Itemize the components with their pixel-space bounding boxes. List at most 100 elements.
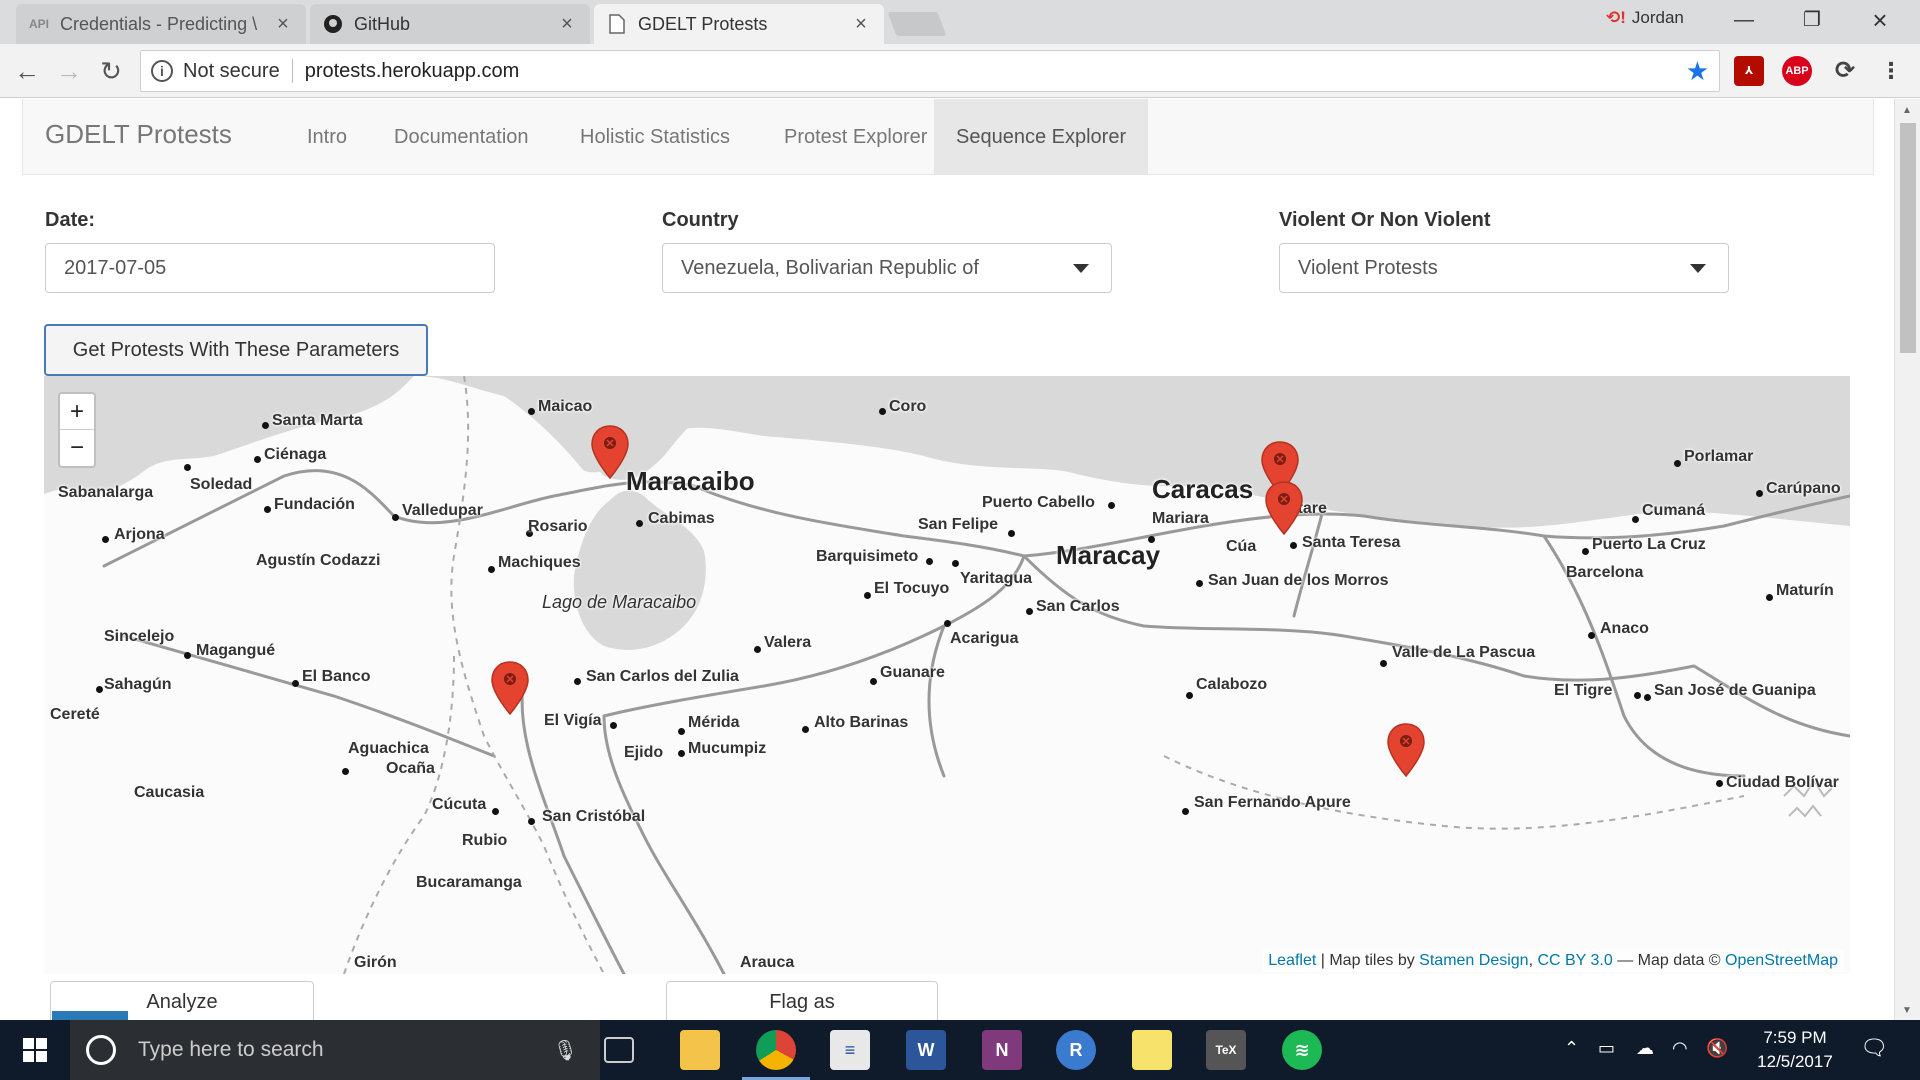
address-bar[interactable]: i Not secure protests.herokuapp.com ★ (140, 50, 1720, 92)
volume-muted-icon[interactable]: 🔇 (1706, 1038, 1728, 1059)
zoom-out-button[interactable]: − (60, 430, 94, 466)
protest-marker[interactable] (1386, 722, 1426, 778)
violence-value: Violent Protests (1298, 257, 1438, 279)
minimize-icon[interactable]: — (1710, 0, 1778, 40)
zoom-control: + − (58, 392, 96, 468)
city-dot (879, 408, 886, 415)
city-dot (952, 560, 959, 567)
chevron-up-icon[interactable]: ⌃ (1564, 1038, 1579, 1059)
restore-icon[interactable]: ❐ (1778, 0, 1846, 40)
close-window-icon[interactable]: × (1846, 0, 1914, 40)
city-label: Ocaña (386, 760, 435, 777)
protest-marker[interactable] (490, 660, 530, 716)
city-dot (678, 728, 685, 735)
protest-map[interactable]: + − Maracaibo Caracas Maracay Santa Mart… (44, 376, 1850, 974)
url-text[interactable]: protests.herokuapp.com (305, 60, 1686, 83)
city-label: Carúpano (1766, 480, 1841, 497)
city-dot (574, 678, 581, 685)
info-icon[interactable]: i (151, 60, 173, 82)
get-protests-button[interactable]: Get Protests With These Parameters (44, 324, 428, 376)
nav-protest-explorer[interactable]: Protest Explorer (762, 99, 949, 175)
windows-taskbar: Type here to search 🎙 ≡ W N R TeX ≋ ⌃ ▭ … (0, 1020, 1920, 1080)
city-dot (488, 566, 495, 573)
stamen-link[interactable]: Stamen Design (1419, 952, 1528, 969)
windows-start-icon[interactable] (0, 1020, 70, 1080)
nav-intro[interactable]: Intro (285, 99, 369, 175)
flag-label: Flag as (769, 991, 835, 1013)
tab-title: GDELT Protests (638, 13, 768, 34)
violence-select[interactable]: Violent Protests (1279, 243, 1729, 293)
city-label: Mucumpiz (688, 740, 767, 757)
file-explorer-icon[interactable] (680, 1030, 720, 1070)
brand[interactable]: GDELT Protests (45, 119, 232, 150)
site-navbar: GDELT Protests Intro Documentation Holis… (22, 99, 1874, 175)
city-dot (1008, 530, 1015, 537)
texmaker-icon[interactable]: TeX (1206, 1030, 1246, 1070)
protest-marker[interactable] (1264, 480, 1304, 536)
taskbar-search[interactable]: Type here to search 🎙 (70, 1020, 600, 1080)
battery-icon[interactable]: ▭ (1598, 1038, 1615, 1059)
forward-icon[interactable]: → (52, 54, 86, 88)
license-link[interactable]: CC BY 3.0 (1537, 952, 1612, 969)
onenote-icon[interactable]: N (982, 1030, 1022, 1070)
system-clock[interactable]: 7:59 PM 12/5/2017 (1740, 1026, 1850, 1074)
bookmark-star-icon[interactable]: ★ (1686, 56, 1709, 87)
city-label: El Tocuyo (874, 580, 950, 597)
city-label: Acarigua (950, 630, 1019, 647)
menu-icon[interactable]: ⋮ (1876, 56, 1906, 86)
date-label: Date: (45, 209, 96, 231)
scroll-up-icon[interactable]: ▲ (1902, 105, 1912, 116)
tab-credentials[interactable]: API Credentials - Predicting \ × (16, 4, 306, 44)
nav-holistic-statistics[interactable]: Holistic Statistics (558, 99, 752, 175)
back-icon[interactable]: ← (10, 54, 44, 88)
protest-marker[interactable] (590, 424, 630, 480)
city-dot (392, 514, 399, 521)
notifications-icon[interactable]: 🗨 (1860, 1035, 1888, 1061)
nav-sequence-explorer[interactable]: Sequence Explorer (934, 99, 1149, 175)
city-dot (1186, 692, 1193, 699)
leaflet-link[interactable]: Leaflet (1268, 952, 1316, 969)
nav-documentation[interactable]: Documentation (372, 99, 551, 175)
close-icon[interactable]: × (850, 13, 872, 35)
reload-icon[interactable]: ↻ (94, 54, 128, 88)
close-icon[interactable]: × (272, 13, 294, 35)
task-view-icon[interactable] (604, 1037, 634, 1063)
city-label: Maturín (1776, 582, 1834, 599)
page-scrollbar[interactable]: ▲ ▼ (1894, 99, 1920, 1020)
city-dot (1674, 460, 1681, 467)
close-icon[interactable]: × (556, 13, 578, 35)
sticky-notes-icon[interactable] (1132, 1030, 1172, 1070)
chrome-icon[interactable] (756, 1030, 796, 1070)
scrollbar-thumb[interactable] (1900, 123, 1916, 353)
profile-button[interactable]: ⟲! Jordan (1606, 8, 1684, 28)
browser-tab-strip: API Credentials - Predicting \ × GitHub … (0, 0, 1920, 44)
r-icon[interactable]: R (1056, 1030, 1096, 1070)
onedrive-icon[interactable]: ☁ (1636, 1038, 1654, 1059)
city-label: Alto Barinas (814, 714, 909, 731)
zoom-in-button[interactable]: + (60, 394, 94, 430)
osm-link[interactable]: OpenStreetMap (1725, 952, 1838, 969)
tab-gdelt-protests[interactable]: GDELT Protests × (594, 4, 884, 44)
new-tab-button[interactable] (887, 12, 947, 36)
adblock-plus-icon[interactable]: ABP (1782, 56, 1812, 86)
city-dot (636, 520, 643, 527)
word-icon[interactable]: W (906, 1030, 946, 1070)
adobe-icon[interactable]: ⅄ (1734, 56, 1764, 86)
country-select[interactable]: Venezuela, Bolivarian Republic of (662, 243, 1112, 293)
city-label: Mariara (1152, 510, 1209, 527)
city-label: Yaritagua (960, 570, 1033, 587)
city-dot (102, 536, 109, 543)
city-label: Barcelona (1566, 564, 1644, 581)
wifi-icon[interactable]: ◠ (1672, 1038, 1688, 1059)
tab-github[interactable]: GitHub × (310, 4, 590, 44)
microphone-icon[interactable]: 🎙 (553, 1038, 578, 1063)
scroll-down-icon[interactable]: ▼ (1902, 1005, 1912, 1016)
date-input[interactable]: 2017-07-05 (45, 243, 495, 293)
notepad-icon[interactable]: ≡ (830, 1030, 870, 1070)
flag-button[interactable]: Flag as (666, 981, 938, 1020)
spotify-icon[interactable]: ≋ (1282, 1030, 1322, 1070)
city-label: Magangué (196, 642, 276, 659)
sync-icon[interactable]: ⟳ (1830, 56, 1860, 86)
github-icon (322, 13, 344, 35)
city-label: Caracas (1152, 474, 1254, 504)
